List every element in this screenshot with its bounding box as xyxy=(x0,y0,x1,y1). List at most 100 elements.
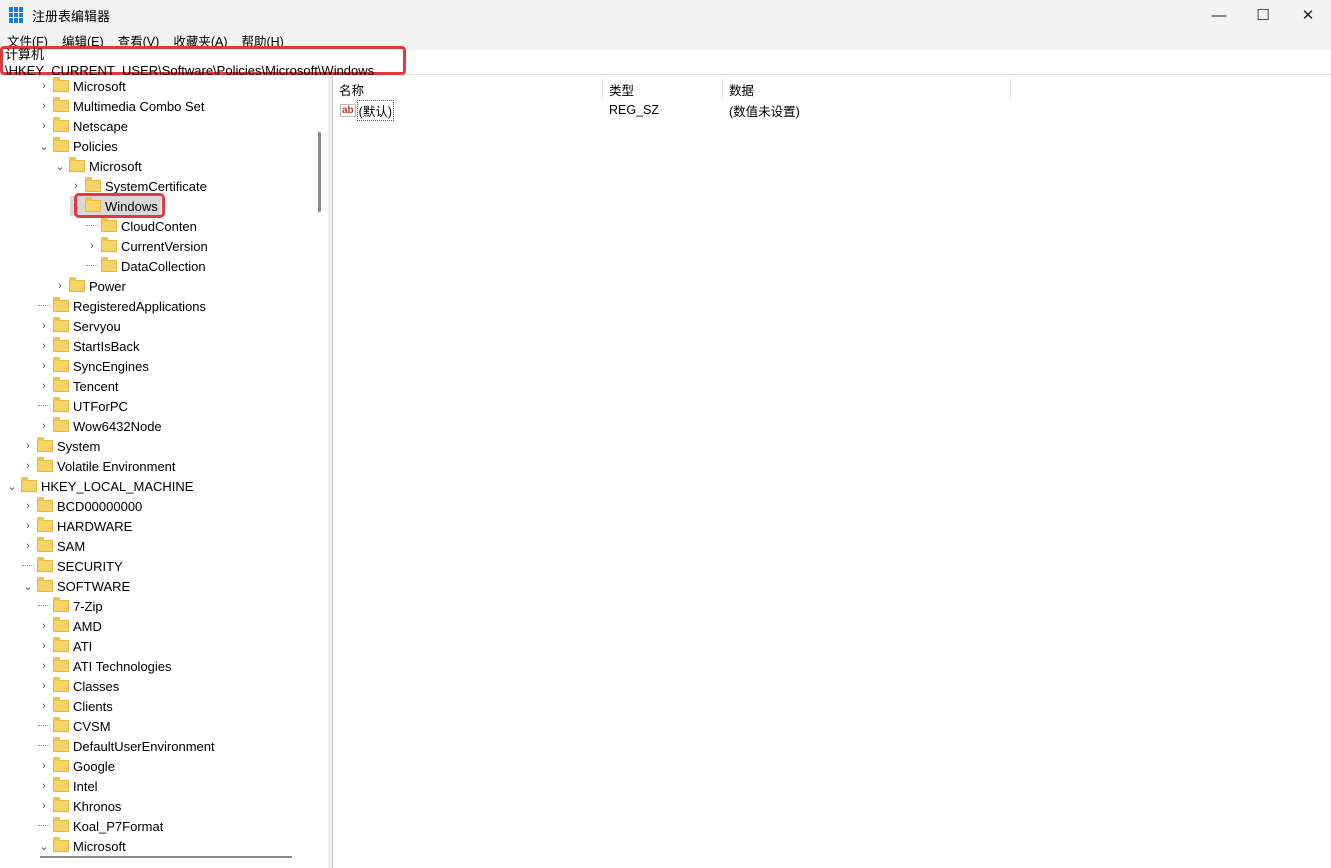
tree-item[interactable]: › ATI Technologies xyxy=(38,656,172,676)
value-name[interactable]: ab (默认) xyxy=(340,99,394,121)
tree-item[interactable]: › Intel xyxy=(38,776,98,796)
scroll-thumb[interactable] xyxy=(318,132,321,212)
tree-item[interactable]: ⌄ SOFTWARE xyxy=(22,576,130,596)
tree-item[interactable]: › Tencent xyxy=(38,376,119,396)
tree-item[interactable]: › Wow6432Node xyxy=(38,416,162,436)
tree-item-label: SyncEngines xyxy=(73,358,149,374)
tree-item[interactable]: › SyncEngines xyxy=(38,356,149,376)
chevron-right-icon[interactable]: › xyxy=(38,100,50,112)
chevron-right-icon[interactable]: › xyxy=(22,540,34,552)
chevron-right-icon[interactable]: › xyxy=(70,180,82,192)
folder-icon xyxy=(37,497,53,512)
chevron-right-icon[interactable]: › xyxy=(38,660,50,672)
column-header-name[interactable]: 名称 xyxy=(333,78,603,100)
tree-item[interactable]: CVSM xyxy=(38,716,111,736)
column-header-data[interactable]: 数据 xyxy=(723,78,1011,100)
folder-icon xyxy=(85,197,101,212)
tree-line xyxy=(38,716,50,726)
tree-item[interactable]: DataCollection xyxy=(86,256,206,276)
tree-item[interactable]: › AMD xyxy=(38,616,102,636)
tree-item[interactable]: › SAM xyxy=(22,536,85,556)
tree-item[interactable]: › Netscape xyxy=(38,116,128,136)
chevron-down-icon[interactable]: ⌄ xyxy=(22,580,34,593)
folder-icon xyxy=(53,397,69,412)
tree-item[interactable]: ⌄ Policies xyxy=(38,136,118,156)
minimize-button[interactable]: — xyxy=(1196,0,1242,30)
chevron-right-icon[interactable]: › xyxy=(22,520,34,532)
tree-item[interactable]: › Clients xyxy=(38,696,113,716)
tree-item-label: 7-Zip xyxy=(73,598,103,614)
tree-item[interactable]: › SystemCertificate xyxy=(70,176,207,196)
chevron-down-icon[interactable]: ⌄ xyxy=(6,480,18,493)
tree-item-label: BCD00000000 xyxy=(57,498,143,514)
tree-item[interactable]: › Classes xyxy=(38,676,119,696)
tree-item[interactable]: › StartIsBack xyxy=(38,336,139,356)
chevron-right-icon[interactable]: › xyxy=(38,320,50,332)
tree-item[interactable]: › Multimedia Combo Set xyxy=(38,96,205,116)
folder-icon xyxy=(37,517,53,532)
tree-item[interactable]: › CurrentVersion xyxy=(86,236,208,256)
tree-item[interactable]: › System xyxy=(22,436,100,456)
tree-horizontal-scrollbar[interactable] xyxy=(0,850,312,864)
tree-item[interactable]: › Microsoft xyxy=(38,76,126,96)
tree-item[interactable]: › ATI xyxy=(38,636,92,656)
tree-item[interactable]: UTForPC xyxy=(38,396,128,416)
tree-item[interactable]: ⌄ HKEY_LOCAL_MACHINE xyxy=(6,476,193,496)
chevron-down-icon[interactable]: ⌄ xyxy=(38,140,50,153)
tree-item[interactable]: DefaultUserEnvironment xyxy=(38,736,215,756)
tree-item[interactable]: › Servyou xyxy=(38,316,121,336)
chevron-right-icon[interactable]: › xyxy=(54,280,66,292)
tree-line xyxy=(86,256,98,266)
tree-item[interactable]: SECURITY xyxy=(22,556,123,576)
maximize-button[interactable]: ☐ xyxy=(1240,0,1286,30)
tree-item-label: Policies xyxy=(73,138,118,154)
chevron-right-icon[interactable]: › xyxy=(38,80,50,92)
tree-item[interactable]: › Google xyxy=(38,756,115,776)
chevron-right-icon[interactable]: › xyxy=(22,460,34,472)
folder-icon xyxy=(69,277,85,292)
tree-item[interactable]: ⌄ Windows xyxy=(70,196,161,216)
folder-icon xyxy=(53,657,69,672)
tree-item[interactable]: › BCD00000000 xyxy=(22,496,142,516)
chevron-right-icon[interactable]: › xyxy=(38,120,50,132)
chevron-down-icon[interactable]: ⌄ xyxy=(70,200,82,213)
chevron-right-icon[interactable]: › xyxy=(38,680,50,692)
tree-item-label: StartIsBack xyxy=(73,338,140,354)
tree-item[interactable]: › Power xyxy=(54,276,126,296)
chevron-right-icon[interactable]: › xyxy=(38,760,50,772)
chevron-right-icon[interactable]: › xyxy=(38,340,50,352)
tree-item[interactable]: ⌄ Microsoft xyxy=(54,156,142,176)
tree-item-label: AMD xyxy=(73,618,102,634)
chevron-right-icon[interactable]: › xyxy=(86,240,98,252)
chevron-right-icon[interactable]: › xyxy=(22,500,34,512)
tree-vertical-scrollbar[interactable] xyxy=(312,76,328,868)
tree-item[interactable]: 7-Zip xyxy=(38,596,103,616)
address-input[interactable]: 计算机\HKEY_CURRENT_USER\Software\Policies\… xyxy=(0,46,406,78)
tree-item[interactable]: › HARDWARE xyxy=(22,516,132,536)
chevron-right-icon[interactable]: › xyxy=(38,780,50,792)
tree-item[interactable]: › Khronos xyxy=(38,796,121,816)
chevron-right-icon[interactable]: › xyxy=(38,380,50,392)
chevron-right-icon[interactable]: › xyxy=(22,440,34,452)
tree-item[interactable]: CloudConten xyxy=(86,216,197,236)
chevron-right-icon[interactable]: › xyxy=(38,800,50,812)
registry-tree[interactable]: › Microsoft › Multimedia Combo Set › Netscape… xyxy=(0,76,312,868)
tree-item-label: DefaultUserEnvironment xyxy=(73,738,215,754)
tree-item[interactable]: Koal_P7Format xyxy=(38,816,163,836)
folder-icon xyxy=(53,677,69,692)
tree-item-label: UTForPC xyxy=(73,398,128,414)
tree-item[interactable]: RegisteredApplications xyxy=(38,296,206,316)
chevron-right-icon[interactable]: › xyxy=(38,640,50,652)
tree-line xyxy=(86,216,98,226)
close-button[interactable]: ✕ xyxy=(1285,0,1331,30)
column-header-type[interactable]: 类型 xyxy=(603,78,723,100)
scroll-thumb[interactable] xyxy=(40,856,292,858)
tree-item[interactable]: › Volatile Environment xyxy=(22,456,176,476)
chevron-right-icon[interactable]: › xyxy=(38,620,50,632)
chevron-right-icon[interactable]: › xyxy=(38,420,50,432)
folder-icon xyxy=(53,97,69,112)
chevron-down-icon[interactable]: ⌄ xyxy=(54,160,66,173)
chevron-right-icon[interactable]: › xyxy=(38,700,50,712)
chevron-right-icon[interactable]: › xyxy=(38,360,50,372)
folder-icon xyxy=(53,117,69,132)
